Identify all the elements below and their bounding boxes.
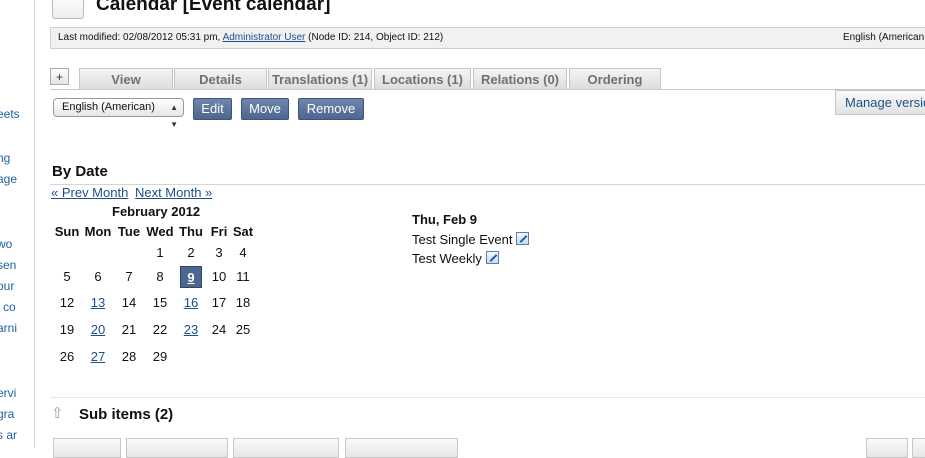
- calendar-day: 22: [152, 322, 168, 337]
- calendar-day[interactable]: 20: [83, 319, 113, 341]
- tab-view[interactable]: View: [79, 68, 173, 90]
- weekday-header: Tue: [117, 224, 141, 239]
- calendar-day: 7: [125, 269, 133, 284]
- edit-button[interactable]: Edit: [193, 98, 232, 120]
- next-month-link[interactable]: Next Month »: [135, 185, 212, 200]
- calendar-day-link[interactable]: 23: [184, 322, 198, 337]
- calendar-day: 1: [156, 245, 164, 260]
- calendar-day: 15: [152, 295, 168, 310]
- calendar-day-link[interactable]: 13: [91, 295, 105, 310]
- create-toolbar-button[interactable]: [126, 438, 228, 458]
- info-bar: Last modified: 02/08/2012 05:31 pm, Admi…: [50, 27, 925, 49]
- weekday-header: Wed: [146, 224, 174, 239]
- collapse-arrow-icon[interactable]: ⇧: [51, 404, 64, 422]
- sidebar-link[interactable]: age: [0, 172, 17, 186]
- sidebar-link[interactable]: our: [0, 279, 14, 293]
- sidebar-link[interactable]: arni: [0, 321, 17, 335]
- month-navigation: « Prev Month Next Month »: [51, 185, 215, 200]
- calendar-day: 25: [235, 322, 251, 337]
- tab-relations[interactable]: Relations (0): [473, 68, 567, 90]
- prev-month-link[interactable]: « Prev Month: [51, 185, 128, 200]
- calendar-day[interactable]: 27: [83, 346, 113, 368]
- calendar-day: 11: [236, 269, 250, 284]
- calendar-day-link[interactable]: 20: [91, 322, 105, 337]
- add-tab-button[interactable]: +: [50, 68, 69, 85]
- calendar-day-link[interactable]: 9: [187, 270, 194, 285]
- last-modified-text: Last modified: 02/08/2012 05:31 pm,: [58, 32, 221, 43]
- calendar-day: 14: [121, 295, 137, 310]
- calendar-day: 21: [121, 322, 137, 337]
- sidebar-link[interactable]: sen: [0, 258, 16, 272]
- tab-ordering[interactable]: Ordering: [569, 68, 661, 90]
- current-language-text: English (American: [843, 32, 925, 43]
- calendar-day: 2: [187, 245, 195, 260]
- remove-button[interactable]: Remove: [298, 98, 364, 120]
- calendar-day[interactable]: 16: [176, 292, 206, 314]
- calendar-month-label: February 2012: [112, 204, 201, 219]
- sub-items-heading: Sub items (2): [79, 406, 174, 423]
- document-icon: [52, 0, 84, 19]
- calendar-day: 29: [152, 349, 168, 364]
- sidebar-link[interactable]: eets: [0, 107, 20, 121]
- sub-items-divider: [50, 397, 925, 398]
- move-button[interactable]: Move: [241, 98, 289, 120]
- calendar-day: 19: [59, 322, 75, 337]
- calendar-day[interactable]: 13: [83, 292, 113, 314]
- calendar-day[interactable]: 9: [180, 266, 202, 288]
- event-item: Test Weekly: [412, 251, 499, 266]
- calendar-day: 5: [63, 269, 71, 284]
- tab-locations[interactable]: Locations (1): [374, 68, 471, 90]
- sidebar-link[interactable]: wo: [0, 237, 12, 251]
- sidebar-link[interactable]: ervi: [0, 386, 16, 400]
- by-date-heading: By Date: [52, 163, 108, 180]
- calendar-day: 6: [94, 269, 102, 284]
- pager-button[interactable]: [912, 438, 925, 458]
- table-options-button[interactable]: [345, 438, 458, 458]
- calendar-day: 8: [156, 269, 164, 284]
- sidebar-link[interactable]: ng: [0, 151, 10, 165]
- calendar-day[interactable]: 23: [176, 319, 206, 341]
- event-title: Test Single Event: [412, 232, 513, 247]
- language-select[interactable]: English (American) ▲ ▼: [53, 98, 184, 129]
- weekday-header: Thu: [179, 224, 203, 239]
- node-ids-text: (Node ID: 214, Object ID: 212): [308, 32, 444, 43]
- calendar-day: 12: [59, 295, 75, 310]
- edit-icon[interactable]: [516, 232, 530, 245]
- weekday-header: Sun: [54, 224, 80, 239]
- calendar-day: 4: [239, 245, 247, 260]
- weekday-header: Mon: [84, 224, 112, 239]
- select-arrows-icon: ▲ ▼: [170, 103, 178, 129]
- calendar-day-link[interactable]: 27: [91, 349, 105, 364]
- sidebar-link[interactable]: s ar: [0, 428, 17, 442]
- pager-button[interactable]: [866, 438, 908, 458]
- page-title: Calendar [Event calendar]: [96, 0, 331, 15]
- sidebar-link[interactable]: l co: [0, 300, 16, 314]
- edit-icon[interactable]: [485, 251, 499, 264]
- author-link[interactable]: Administrator User: [223, 32, 306, 43]
- language-select-value: English (American): [62, 101, 155, 113]
- manage-versions-button[interactable]: Manage versio: [835, 90, 925, 115]
- tab-divider: [50, 89, 925, 90]
- event-title: Test Weekly: [412, 251, 482, 266]
- weekday-header: Sat: [232, 224, 254, 239]
- calendar-day: 18: [235, 295, 251, 310]
- calendar-day: 28: [121, 349, 137, 364]
- events-day-label: Thu, Feb 9: [412, 212, 477, 227]
- more-actions-button[interactable]: [233, 438, 339, 458]
- tab-details[interactable]: Details: [174, 68, 267, 90]
- select-toolbar-button[interactable]: [53, 438, 121, 458]
- sidebar-link[interactable]: gra: [0, 407, 14, 421]
- left-sidebar: eets ng age wo sen our l co arni ervi gr…: [0, 0, 35, 448]
- tab-translations[interactable]: Translations (1): [268, 68, 372, 90]
- calendar-day-link[interactable]: 16: [184, 295, 198, 310]
- calendar-day: 26: [59, 349, 75, 364]
- event-item: Test Single Event: [412, 232, 530, 247]
